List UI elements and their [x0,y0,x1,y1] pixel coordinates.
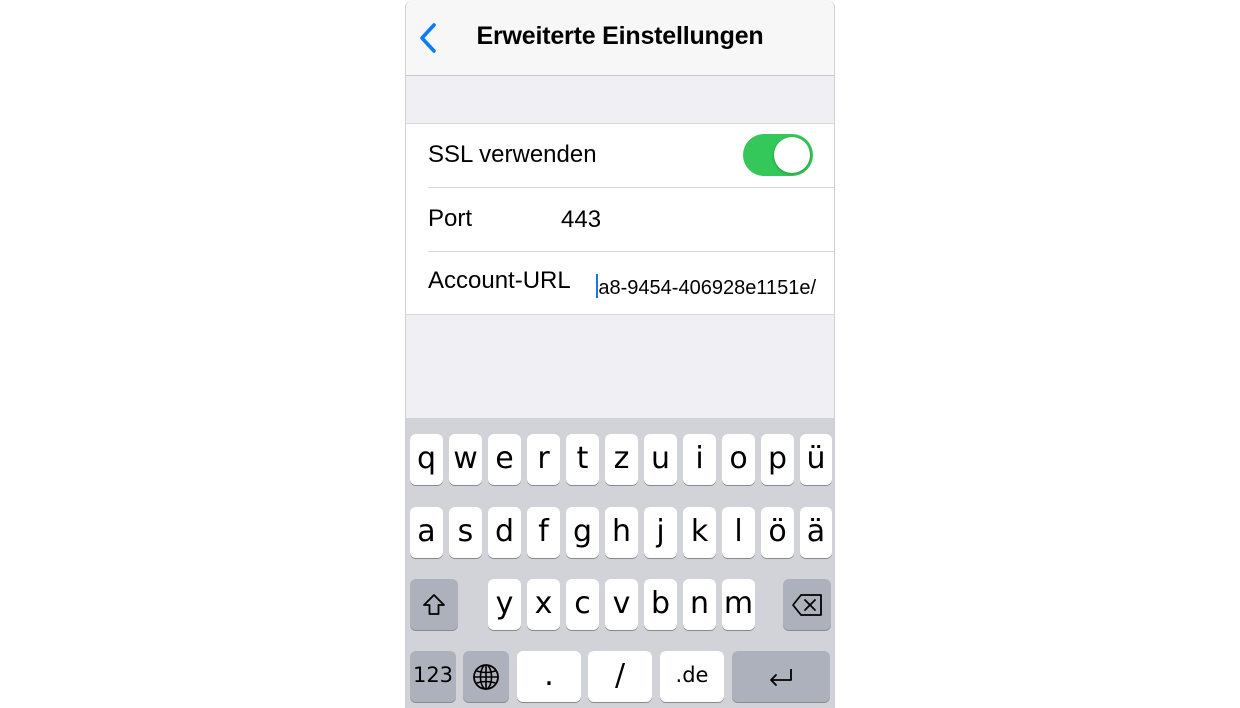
dot-key[interactable]: . [517,651,581,702]
key-l[interactable]: l [722,507,755,558]
key-t[interactable]: t [566,434,599,485]
key-x[interactable]: x [527,579,560,630]
key-f[interactable]: f [527,507,560,558]
return-key[interactable] [732,651,830,702]
key-c[interactable]: c [566,579,599,630]
toggle-knob [774,137,810,173]
key-v[interactable]: v [605,579,638,630]
key-d[interactable]: d [488,507,521,558]
account-url-field[interactable]: a8-9454-406928e1151e/ [592,274,816,304]
key-i[interactable]: i [683,434,716,485]
key-z[interactable]: z [605,434,638,485]
ssl-row: SSL verwenden [406,124,834,188]
key-j[interactable]: j [644,507,677,558]
key-a-umlaut[interactable]: ä [800,507,832,558]
key-o-umlaut[interactable]: ö [761,507,794,558]
numbers-key[interactable]: 123 [410,651,456,702]
key-s[interactable]: s [449,507,482,558]
phone-screen: Erweiterte Einstellungen SSL verwenden P… [405,0,835,708]
key-o[interactable]: o [722,434,755,485]
slash-key[interactable]: / [588,651,652,702]
key-b[interactable]: b [644,579,677,630]
navigation-bar: Erweiterte Einstellungen [406,0,834,76]
key-y[interactable]: y [488,579,521,630]
shift-key[interactable] [410,579,458,630]
globe-key[interactable] [463,651,509,702]
shift-icon [423,593,445,615]
globe-icon [473,663,499,690]
ssl-label: SSL verwenden [428,141,597,168]
key-m[interactable]: m [722,579,755,630]
port-row: Port 443 [406,188,834,252]
key-u[interactable]: u [644,434,677,485]
page-title: Erweiterte Einstellungen [476,22,764,50]
key-r[interactable]: r [527,434,560,485]
domain-key[interactable]: .de [660,651,724,702]
settings-group: SSL verwenden Port 443 Account-URL a8-94… [406,123,834,315]
key-k[interactable]: k [683,507,716,558]
key-h[interactable]: h [605,507,638,558]
key-n[interactable]: n [683,579,716,630]
backspace-icon [792,593,822,616]
account-url-row: Account-URL a8-9454-406928e1151e/ [406,252,834,316]
key-u-umlaut[interactable]: ü [800,434,832,485]
keyboard: q w e r t z u i o p ü a s d f g h j k l … [406,418,834,708]
key-q[interactable]: q [410,434,443,485]
account-url-label: Account-URL [428,267,571,294]
port-field[interactable]: 443 [561,206,601,234]
delete-key[interactable] [783,579,831,630]
return-icon [770,668,792,686]
ssl-toggle[interactable] [743,134,813,176]
key-g[interactable]: g [566,507,599,558]
key-w[interactable]: w [449,434,482,485]
key-a[interactable]: a [410,507,443,558]
account-url-value: a8-9454-406928e1151e/ [598,277,816,299]
key-p[interactable]: p [761,434,794,485]
key-e[interactable]: e [488,434,521,485]
port-label: Port [428,205,473,232]
